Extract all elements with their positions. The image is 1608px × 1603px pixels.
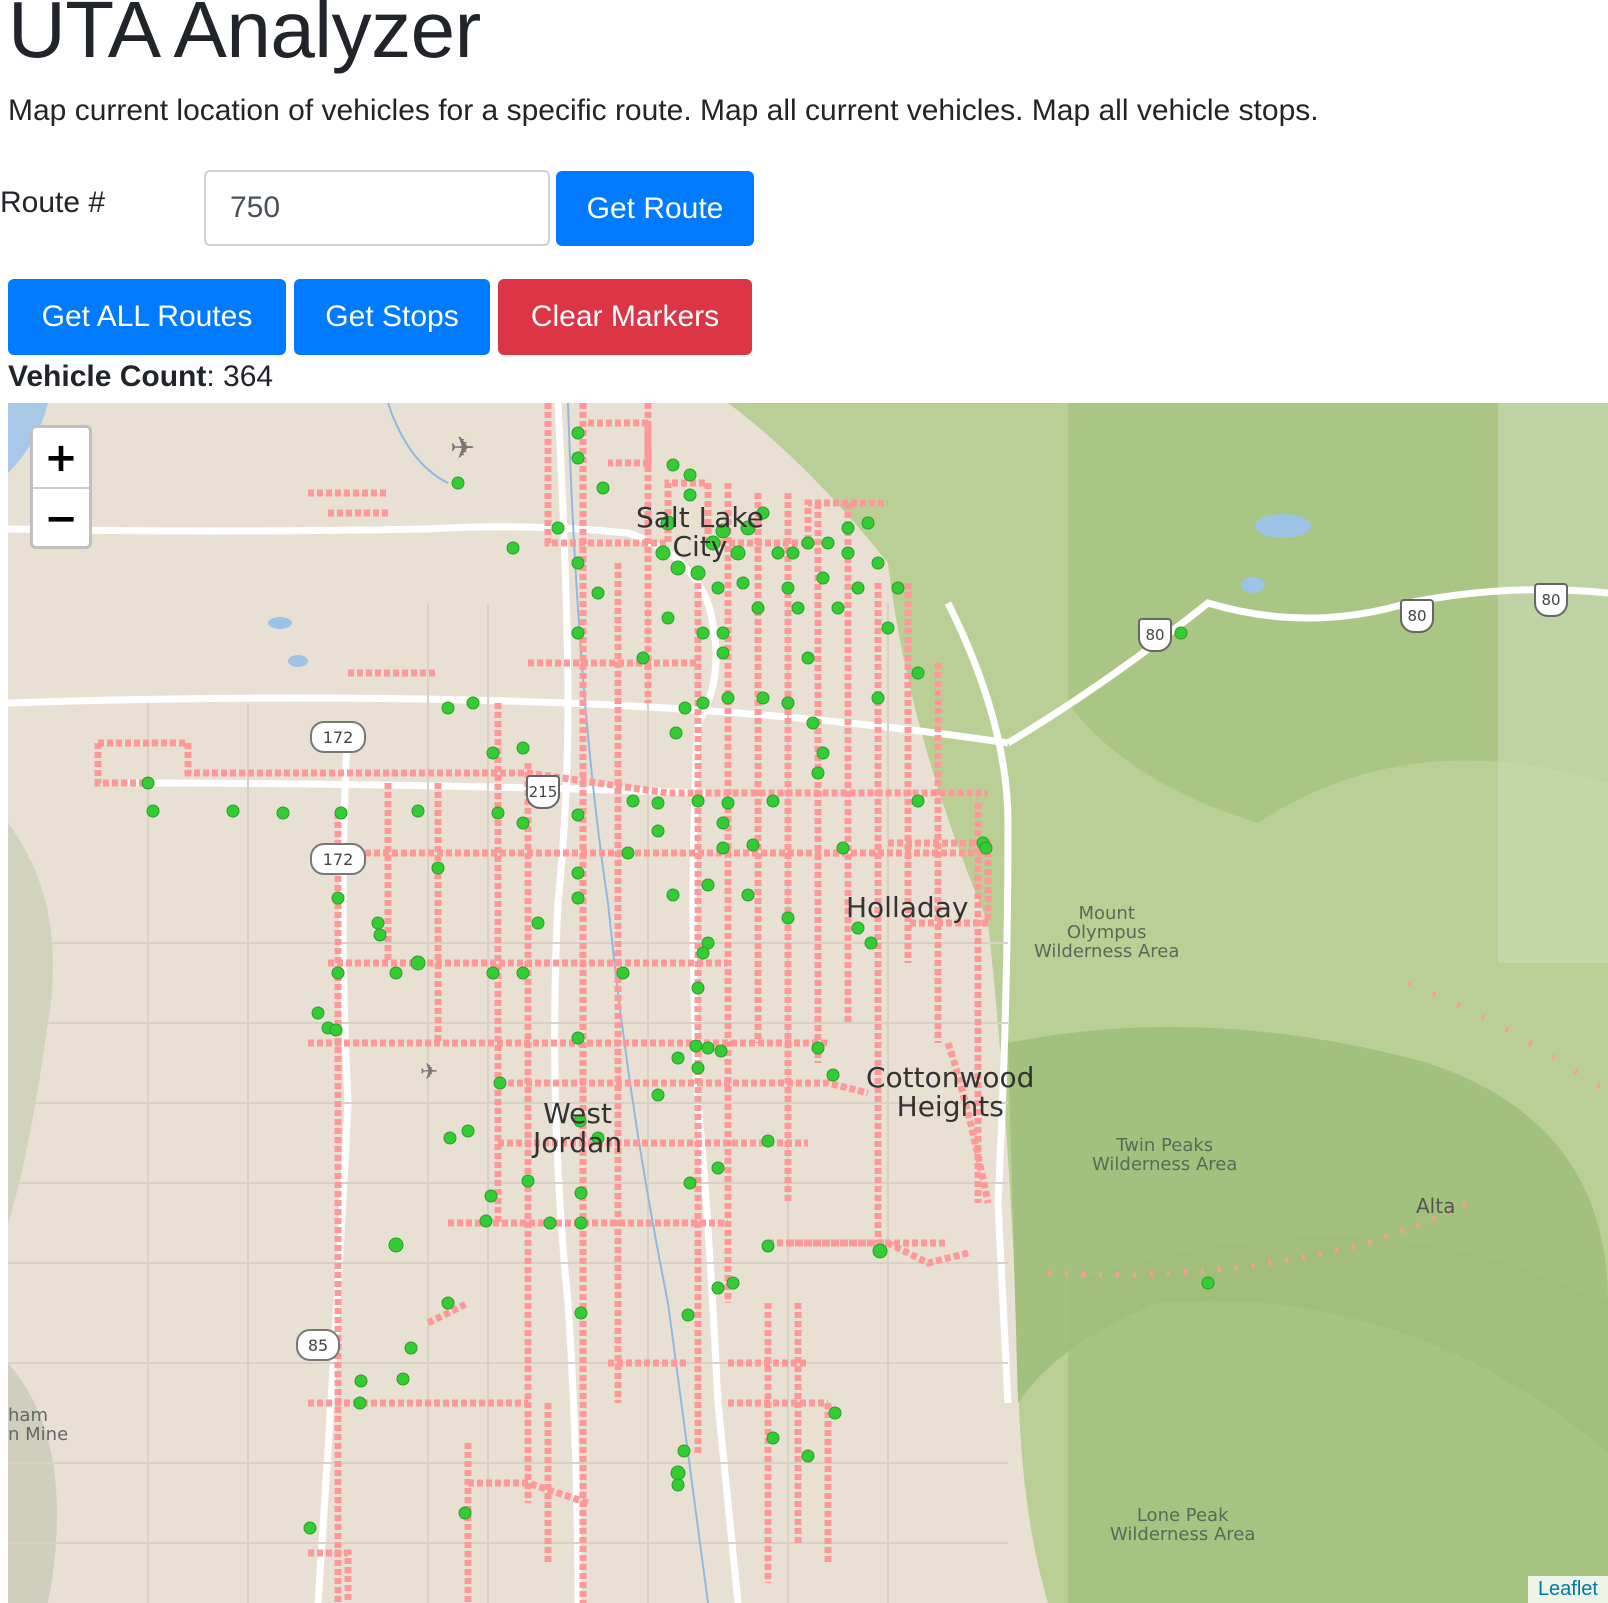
- airport-icon: ✈: [450, 431, 476, 466]
- zoom-control: + −: [30, 425, 92, 549]
- city-label-line: Heights: [896, 1090, 1004, 1124]
- route-shield: 172: [310, 721, 366, 753]
- vehicle-markers: [141, 426, 1215, 1535]
- wilderness-label-line: Olympus: [1066, 921, 1147, 943]
- city-label-line: Salt Lake: [636, 501, 764, 534]
- wilderness-label-twin-peaks: Twin Peaks Wilderness Area: [1092, 1136, 1238, 1175]
- airport-icon: ✈: [420, 1060, 439, 1085]
- city-label-line: Jordan: [533, 1126, 623, 1160]
- city-label-salt-lake-city: Salt Lake City: [636, 503, 764, 562]
- interstate-shield: 80: [1138, 618, 1172, 652]
- get-stops-button[interactable]: Get Stops: [294, 279, 490, 355]
- vehicle-count: Vehicle Count: 364: [8, 360, 274, 393]
- interstate-shield: 80: [1400, 599, 1434, 633]
- wilderness-label-line: Wilderness Area: [1110, 1523, 1256, 1545]
- map[interactable]: 172 172 215 85 80 80 80 ✈ ✈ Salt Lake Ci…: [8, 403, 1608, 1603]
- page-title: UTA Analyzer: [8, 0, 481, 74]
- route-shield: 85: [296, 1329, 340, 1361]
- city-label-line: Cottonwood: [866, 1061, 1035, 1094]
- mine-label-line: n Mine: [8, 1423, 69, 1445]
- zoom-in-button[interactable]: +: [33, 428, 89, 489]
- wilderness-label-mount-olympus: Mount Olympus Wilderness Area: [1034, 904, 1180, 962]
- city-label-cottonwood-heights: Cottonwood Heights: [866, 1063, 1034, 1122]
- clear-markers-button[interactable]: Clear Markers: [498, 279, 752, 355]
- city-label-alta: Alta: [1416, 1194, 1456, 1218]
- city-label-line: West: [543, 1097, 612, 1130]
- city-label-line: City: [672, 530, 728, 564]
- city-label-west-jordan: West Jordan: [533, 1099, 622, 1158]
- vehicle-count-label: Vehicle Count: [8, 360, 207, 393]
- vehicle-count-value: 364: [223, 360, 274, 393]
- page-description: Map current location of vehicles for a s…: [8, 94, 1319, 127]
- route-number-input[interactable]: [204, 170, 550, 246]
- get-route-button[interactable]: Get Route: [556, 171, 754, 246]
- get-all-routes-button[interactable]: Get ALL Routes: [8, 279, 286, 355]
- route-shield: 172: [310, 843, 366, 875]
- wilderness-label-lone-peak: Lone Peak Wilderness Area: [1110, 1506, 1256, 1545]
- interstate-shield: 215: [526, 775, 560, 809]
- wilderness-label-line: Wilderness Area: [1092, 1153, 1238, 1175]
- wilderness-label-line: Wilderness Area: [1034, 940, 1180, 962]
- city-label-holladay: Holladay: [846, 891, 969, 924]
- map-attribution-link[interactable]: Leaflet: [1527, 1576, 1608, 1603]
- route-label: Route #: [0, 186, 106, 219]
- mine-label: ham n Mine: [8, 1406, 69, 1445]
- interstate-shield: 80: [1534, 583, 1568, 617]
- zoom-out-button[interactable]: −: [33, 489, 89, 546]
